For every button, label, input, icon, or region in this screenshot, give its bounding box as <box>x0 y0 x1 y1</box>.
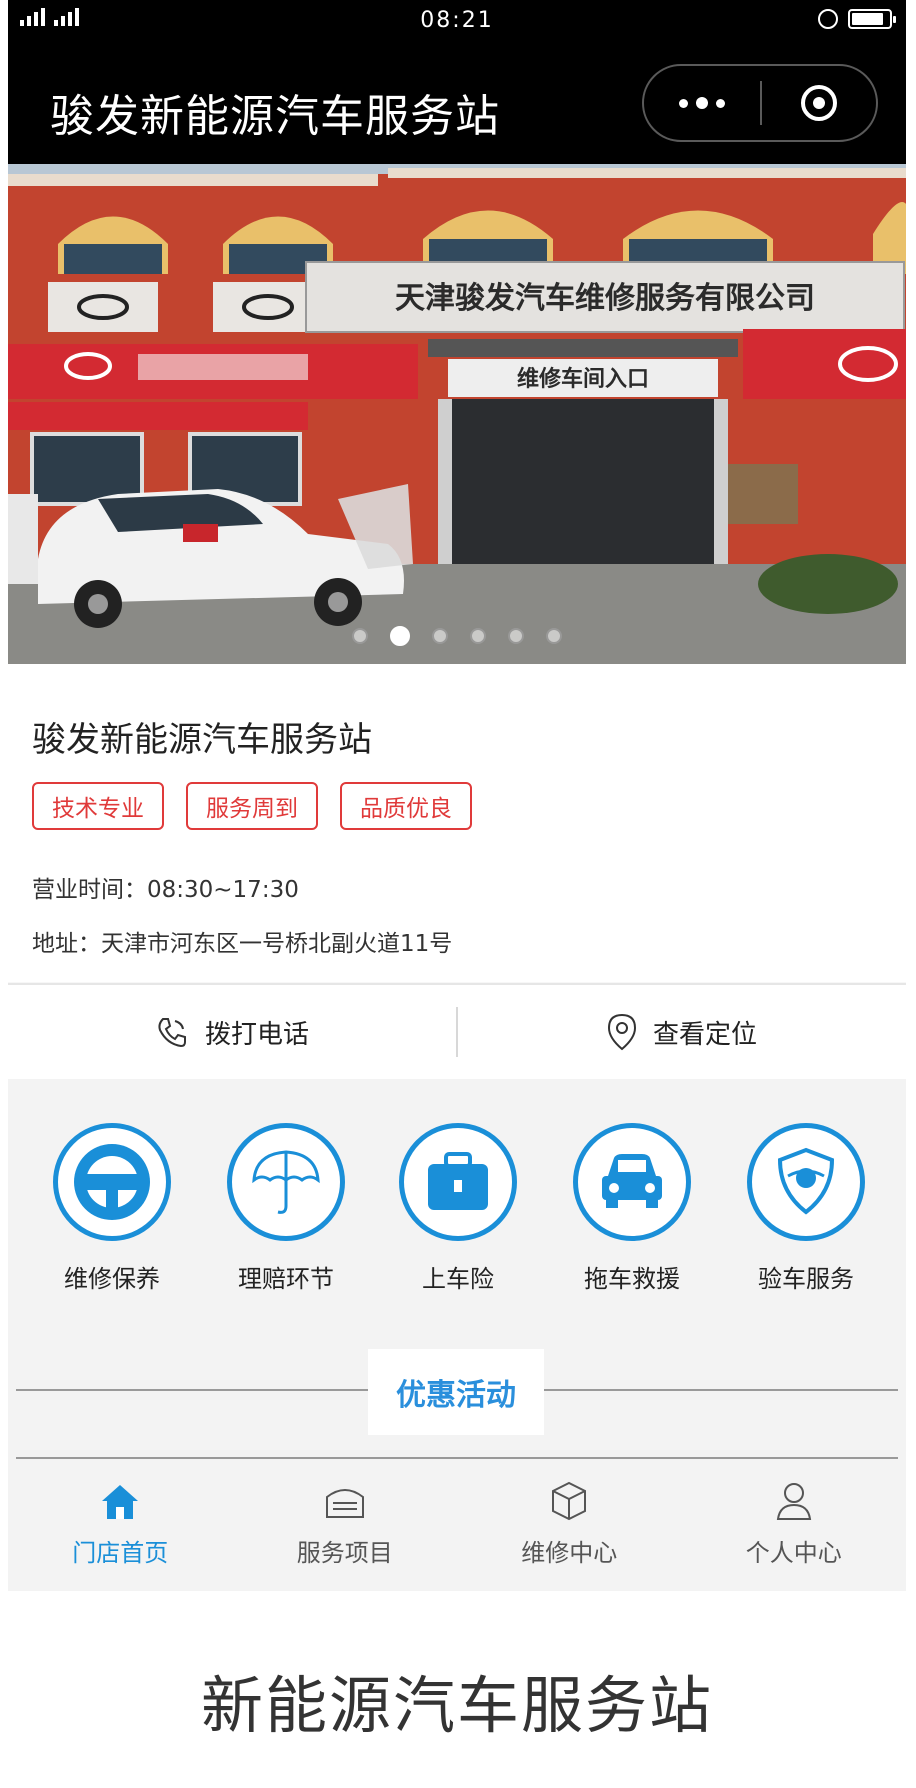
carousel-indicators <box>8 626 906 646</box>
service-item-inspection[interactable]: 验车服务 <box>726 1123 886 1294</box>
more-dot-icon <box>696 97 708 109</box>
nav-bar: 骏发新能源汽车服务站 <box>8 44 906 164</box>
tab-bar: 门店首页 服务项目 维修中心 个人中心 <box>8 1459 906 1591</box>
tab-label: 服务项目 <box>296 1539 393 1567</box>
call-label: 拨打电话 <box>204 1019 309 1050</box>
phone-icon <box>158 1018 186 1048</box>
business-hours: 营业时间：08:30~17:30 <box>32 877 299 903</box>
carousel-dot[interactable] <box>352 628 368 644</box>
car-icon <box>602 1154 662 1208</box>
service-label: 验车服务 <box>758 1265 854 1293</box>
service-item-claims[interactable]: 理赔环节 <box>206 1123 366 1294</box>
service-label: 上车险 <box>422 1265 494 1293</box>
bottom-banner: 新能源汽车服务站 <box>8 1591 906 1788</box>
tab-services[interactable]: 服务项目 <box>233 1459 458 1591</box>
steering-wheel-icon <box>74 1144 150 1220</box>
service-item-insurance[interactable]: 上车险 <box>378 1123 538 1294</box>
carousel-dot[interactable] <box>470 628 486 644</box>
store-name: 骏发新能源汽车服务站 <box>32 720 372 760</box>
service-grid: 维修保养 理赔环节 上车险 拖车救援 验车服务 <box>8 1079 906 1319</box>
more-dot-icon <box>716 98 725 108</box>
page-title: 骏发新能源汽车服务站 <box>50 91 500 142</box>
bottom-title: 新能源汽车服务站 <box>200 1669 713 1742</box>
menu-capsule <box>642 64 878 142</box>
tab-store-home[interactable]: 门店首页 <box>8 1459 233 1591</box>
more-dot-icon <box>679 98 688 108</box>
store-address: 地址：天津市河东区一号桥北副火道11号 <box>32 931 453 957</box>
close-button[interactable] <box>762 85 876 121</box>
battery-icon <box>848 9 896 29</box>
locate-button[interactable]: 查看定位 <box>458 985 906 1079</box>
carousel-dot[interactable] <box>546 628 562 644</box>
home-icon <box>102 1485 139 1519</box>
store-info: 骏发新能源汽车服务站 技术专业 服务周到 品质优良 营业时间：08:30~17:… <box>8 664 906 982</box>
company-sign-text: 天津骏发汽车维修服务有限公司 <box>395 281 815 316</box>
service-item-towing[interactable]: 拖车救援 <box>552 1123 712 1294</box>
person-icon <box>776 1483 811 1520</box>
locate-label: 查看定位 <box>652 1019 757 1050</box>
status-time: 08:21 <box>420 8 494 33</box>
phone-screen: 08:21 骏发新能源汽车服务站 天津骏发汽车维修服务有限公司 维修车间入口 骏… <box>8 0 906 1788</box>
box-icon <box>552 1481 587 1521</box>
tab-label: 门店首页 <box>72 1539 169 1567</box>
more-button[interactable] <box>644 66 760 140</box>
call-button[interactable]: 拨打电话 <box>8 985 456 1079</box>
store-tags: 技术专业 服务周到 品质优良 <box>32 782 472 830</box>
entrance-sign-text: 维修车间入口 <box>517 366 649 392</box>
tab-repair-center[interactable]: 维修中心 <box>457 1459 682 1591</box>
storefront-photo: 天津骏发汽车维修服务有限公司 维修车间入口 <box>8 164 906 664</box>
alarm-icon <box>818 9 838 29</box>
promo-title[interactable]: 优惠活动 <box>368 1349 544 1435</box>
tab-label: 维修中心 <box>521 1539 618 1567</box>
store-tag: 品质优良 <box>340 782 472 830</box>
tab-label: 个人中心 <box>745 1539 842 1567</box>
briefcase-icon <box>428 1152 488 1210</box>
shield-icon <box>777 1147 835 1215</box>
garage-icon <box>325 1489 364 1518</box>
carousel-dot[interactable] <box>432 628 448 644</box>
service-label: 拖车救援 <box>584 1265 680 1293</box>
status-bar: 08:21 <box>8 0 906 44</box>
service-label: 理赔环节 <box>238 1265 334 1293</box>
store-tag: 服务周到 <box>186 782 318 830</box>
tab-profile[interactable]: 个人中心 <box>682 1459 907 1591</box>
service-item-maintenance[interactable]: 维修保养 <box>32 1123 192 1294</box>
target-close-icon <box>801 85 837 121</box>
carousel-dot[interactable] <box>508 628 524 644</box>
store-tag: 技术专业 <box>32 782 164 830</box>
promo-section: 优惠活动 <box>8 1319 906 1459</box>
banner-carousel[interactable]: 天津骏发汽车维修服务有限公司 维修车间入口 <box>8 164 906 664</box>
carousel-dot-active[interactable] <box>390 626 410 646</box>
service-label: 维修保养 <box>64 1265 160 1293</box>
umbrella-icon <box>252 1150 320 1214</box>
action-row: 拨打电话 查看定位 <box>8 983 906 1079</box>
location-pin-icon <box>607 1013 636 1051</box>
